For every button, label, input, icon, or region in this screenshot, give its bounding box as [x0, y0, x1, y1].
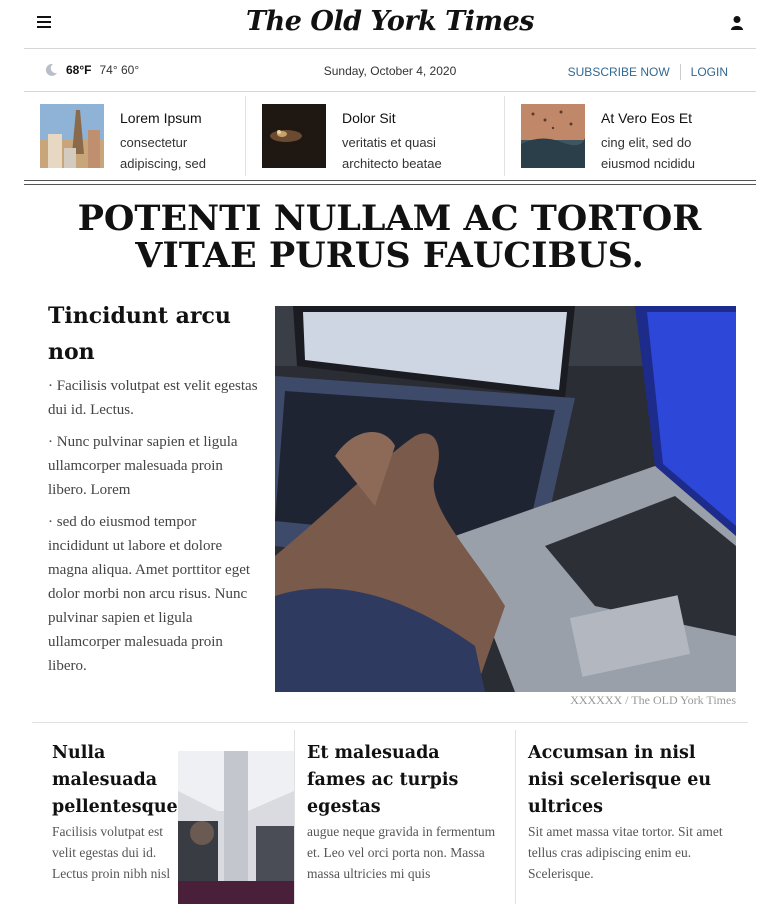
login-link[interactable]: LOGIN: [691, 65, 728, 79]
column-story-title[interactable]: Et malesuada fames ac turpis egestas: [307, 740, 502, 821]
strip-story-summary: veritatis et quasi architecto beatae: [342, 135, 442, 171]
divider: [515, 730, 516, 904]
double-rule-divider: [24, 180, 756, 185]
column-story-title[interactable]: Nulla malesuada pellentesque: [52, 740, 178, 821]
lead-bullet: · Facilisis volutpat est velit egestas d…: [48, 378, 258, 418]
top-stories-strip: Lorem Ipsum consectetur adipiscing, sed …: [24, 92, 756, 180]
strip-story-title: At Vero Eos Et: [601, 110, 693, 126]
column-story-summary: Sit amet massa vitae tortor. Sit amet te…: [528, 824, 723, 881]
column-story[interactable]: Et malesuada fames ac turpis egestas aug…: [307, 740, 502, 884]
lead-bullet: · Nunc pulvinar sapien et ligula ullamco…: [48, 434, 238, 498]
lead-bullet: · sed do eiusmod tempor incididunt ut la…: [48, 514, 251, 674]
strip-story[interactable]: Lorem Ipsum consectetur adipiscing, sed: [40, 96, 220, 176]
user-icon[interactable]: [730, 15, 744, 31]
main-headline[interactable]: POTENTI NULLAM AC TORTOR VITAE PURUS FAU…: [60, 200, 719, 274]
divider: [32, 722, 748, 723]
site-logo[interactable]: The Old York Times: [24, 6, 756, 37]
info-bar: 68°F 74° 60° Sunday, October 4, 2020 SUB…: [24, 49, 756, 92]
divider: [679, 64, 681, 80]
image-caption: XXXXXX / The OLD York Times: [570, 693, 736, 707]
auth-links: SUBSCRIBE NOW LOGIN: [568, 64, 728, 80]
strip-story[interactable]: Dolor Sit veritatis et quasi architecto …: [262, 96, 442, 176]
column-story-summary: augue neque gravida in fermentum et. Leo…: [307, 824, 496, 881]
lead-story-image[interactable]: [275, 306, 736, 692]
column-story-title[interactable]: Accumsan in nisl nisi scelerisque eu ult…: [528, 740, 733, 821]
strip-story-title: Dolor Sit: [342, 110, 396, 126]
column-story-image[interactable]: [178, 751, 294, 904]
lead-story-title[interactable]: Tincidunt arcu non: [48, 298, 258, 370]
column-story[interactable]: Accumsan in nisl nisi scelerisque eu ult…: [528, 740, 733, 884]
story-thumbnail-image: [40, 104, 104, 168]
strip-story-title: Lorem Ipsum: [120, 110, 202, 126]
divider: [245, 96, 246, 176]
strip-story-summary: cing elit, sed do eiusmod ncididu: [601, 135, 695, 171]
lead-story-bullets: · Facilisis volutpat est velit egestas d…: [48, 374, 260, 686]
masthead: The Old York Times: [24, 0, 756, 49]
story-thumbnail-image: [262, 104, 326, 168]
subscribe-link[interactable]: SUBSCRIBE NOW: [568, 65, 670, 79]
story-thumbnail-image: [521, 104, 585, 168]
column-story-summary: Facilisis volutpat est velit egestas dui…: [52, 824, 171, 881]
column-story[interactable]: Nulla malesuada pellentesque Facilisis v…: [52, 740, 178, 884]
divider: [504, 96, 505, 176]
strip-story[interactable]: At Vero Eos Et cing elit, sed do eiusmod…: [521, 96, 701, 176]
strip-story-summary: consectetur adipiscing, sed: [120, 135, 206, 171]
divider: [294, 730, 295, 904]
